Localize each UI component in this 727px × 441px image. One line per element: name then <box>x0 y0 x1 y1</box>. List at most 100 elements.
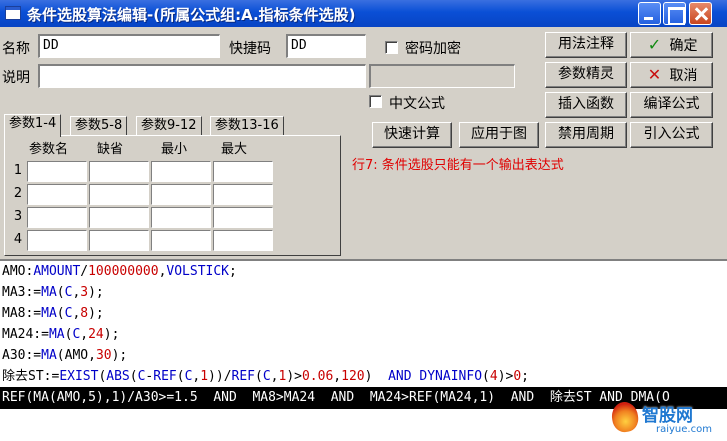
code-token: ( <box>176 369 185 384</box>
header-min: 最小 <box>161 142 188 157</box>
cancel-button[interactable]: ✕ 取消 <box>630 62 713 88</box>
code-token: 24 <box>88 327 104 342</box>
description-label: 说明 <box>2 70 30 86</box>
code-token: 1 <box>200 369 209 384</box>
cancel-label: 取消 <box>669 68 698 84</box>
watermark: 智股网 raiyue.com <box>610 400 724 440</box>
code-line[interactable]: MA3:=MA(C,3); <box>2 282 104 304</box>
code-token: ; <box>521 369 529 384</box>
code-token: 120 <box>341 369 365 384</box>
param-row-number: 1 <box>13 163 23 178</box>
code-token: REF <box>231 369 256 384</box>
app-icon <box>5 6 21 20</box>
code-token: MA <box>48 327 65 342</box>
param-cell[interactable] <box>213 161 273 182</box>
param-cell[interactable] <box>27 161 87 182</box>
code-token: ); <box>103 327 120 342</box>
code-token: MA <box>41 306 57 321</box>
code-token: 100000000 <box>88 264 159 279</box>
import-formula-button[interactable]: 引入公式 <box>630 122 713 148</box>
watermark-brand: 智股网 <box>642 406 693 426</box>
maximize-button[interactable] <box>663 2 686 25</box>
param-cell[interactable] <box>213 207 273 228</box>
code-token: , <box>333 369 342 384</box>
code-token: ( <box>56 306 65 321</box>
param-cell[interactable] <box>151 230 211 251</box>
checkmark-icon: ✓ <box>647 35 662 54</box>
code-token: 0 <box>513 369 522 384</box>
param-cell[interactable] <box>27 230 87 251</box>
ok-button[interactable]: ✓ 确定 <box>630 32 713 58</box>
param-cell[interactable] <box>213 230 273 251</box>
description-extra-field <box>369 64 515 88</box>
name-label: 名称 <box>2 41 30 57</box>
param-cell[interactable] <box>151 184 211 205</box>
close-button[interactable] <box>689 2 712 25</box>
param-cell[interactable] <box>89 207 149 228</box>
name-input[interactable]: DD <box>38 34 220 58</box>
code-line[interactable]: MA8:=MA(C,8); <box>2 303 104 325</box>
code-token: , <box>270 369 279 384</box>
header-param-name: 参数名 <box>29 142 69 157</box>
code-token: 除去ST:= <box>2 369 60 384</box>
code-token: AMO: <box>2 264 34 279</box>
shortcut-input[interactable]: DD <box>286 34 366 58</box>
password-checkbox[interactable] <box>385 41 398 54</box>
code-line[interactable]: MA24:=MA(C,24); <box>2 324 119 346</box>
ok-label: 确定 <box>669 38 698 54</box>
title-bar[interactable]: 条件选股算法编辑-(所属公式组:A.指标条件选股) <box>0 0 727 27</box>
header-max: 最大 <box>221 142 248 157</box>
param-cell[interactable] <box>213 184 273 205</box>
flame-logo-icon <box>610 400 640 434</box>
compile-formula-button[interactable]: 编译公式 <box>630 92 713 118</box>
quick-calc-button[interactable]: 快速计算 <box>372 122 452 148</box>
password-label: 密码加密 <box>405 41 461 57</box>
code-token: C <box>262 369 271 384</box>
code-token: EXIST <box>59 369 99 384</box>
param-cell[interactable] <box>89 230 149 251</box>
code-line[interactable]: 除去ST:=EXIST(ABS(C-REF(C,1))/REF(C,1)>0.0… <box>2 366 529 388</box>
code-token: MA24:= <box>2 327 49 342</box>
window-title: 条件选股算法编辑-(所属公式组:A.指标条件选股) <box>27 6 356 24</box>
tab-params-13-16[interactable]: 参数13-16 <box>210 116 284 136</box>
param-cell[interactable] <box>27 207 87 228</box>
code-token: 3 <box>80 285 89 300</box>
insert-function-button[interactable]: 插入函数 <box>545 92 627 118</box>
code-token: ); <box>88 285 104 300</box>
code-token: VOLSTICK <box>166 264 230 279</box>
tab-params-1-4[interactable]: 参数1-4 <box>4 114 62 137</box>
code-line[interactable]: AMO:AMOUNT/100000000,VOLSTICK; <box>2 261 237 283</box>
param-cell[interactable] <box>151 161 211 182</box>
code-token: MA8:= <box>2 306 42 321</box>
code-token: MA <box>41 285 57 300</box>
code-token: )> <box>286 369 302 384</box>
code-token: ( <box>255 369 263 384</box>
shortcut-label: 快捷码 <box>229 41 271 57</box>
status-message: 行7: 条件选股只能有一个输出表达式 <box>352 158 564 173</box>
code-line[interactable]: A30:=MA(AMO,30); <box>2 345 127 367</box>
code-token: ))/ <box>208 369 232 384</box>
code-token: ) <box>364 369 389 384</box>
code-token: A30:= <box>2 348 42 363</box>
code-token: / <box>80 264 89 279</box>
code-token: )> <box>497 369 514 384</box>
minimize-button[interactable] <box>638 2 661 25</box>
disable-period-button[interactable]: 禁用周期 <box>545 122 627 148</box>
description-input[interactable] <box>38 64 366 88</box>
code-token: 4 <box>489 369 498 384</box>
apply-to-chart-button[interactable]: 应用于图 <box>459 122 539 148</box>
usage-notes-button[interactable]: 用法注释 <box>545 32 627 58</box>
code-token: ( <box>56 285 65 300</box>
param-wizard-button[interactable]: 参数精灵 <box>545 62 627 88</box>
code-token: ; <box>229 264 237 279</box>
tab-params-9-12[interactable]: 参数9-12 <box>136 116 202 136</box>
param-row-number: 2 <box>13 186 23 201</box>
param-cell[interactable] <box>89 184 149 205</box>
param-cell[interactable] <box>151 207 211 228</box>
chinese-formula-checkbox[interactable] <box>369 95 382 108</box>
param-cell[interactable] <box>27 184 87 205</box>
code-token: 30 <box>95 348 112 363</box>
tab-params-5-8[interactable]: 参数5-8 <box>70 116 128 136</box>
code-token: DYNAINFO <box>419 369 483 384</box>
param-cell[interactable] <box>89 161 149 182</box>
